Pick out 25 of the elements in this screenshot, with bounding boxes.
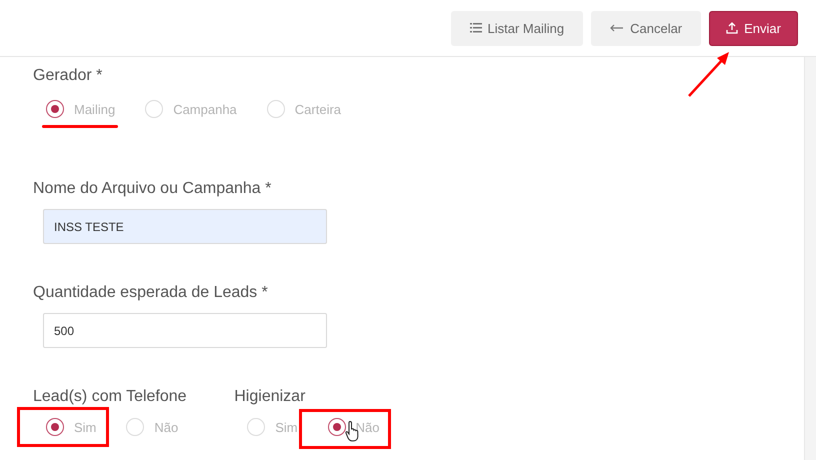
field-label: Higienizar	[234, 388, 306, 407]
upload-icon	[726, 22, 738, 34]
send-button[interactable]: Enviar	[709, 10, 798, 46]
field-label: Nome do Arquivo ou Campanha *	[33, 180, 272, 199]
radio-button[interactable]	[46, 100, 64, 118]
scrollbar-track[interactable]	[804, 57, 816, 460]
radio-option[interactable]: Não	[126, 418, 178, 436]
input-field[interactable]: 500	[43, 313, 327, 348]
radio-button[interactable]	[328, 418, 346, 436]
field-label: Lead(s) com Telefone	[33, 388, 188, 407]
field-label: Gerador *	[33, 67, 104, 86]
arrow-annotation	[686, 50, 732, 98]
arrow-left-icon	[610, 24, 624, 32]
radio-option[interactable]: Sim	[46, 418, 96, 436]
field-label: Quantidade esperada de Leads *	[33, 284, 269, 303]
input-field[interactable]: INSS TESTE	[43, 209, 327, 244]
radio-button[interactable]	[46, 418, 64, 436]
radio-option[interactable]: Mailing	[46, 100, 116, 118]
radio-option[interactable]: Sim	[247, 418, 298, 436]
radio-option[interactable]: Carteira	[266, 100, 342, 118]
list-button[interactable]: Listar Mailing	[450, 10, 584, 46]
radio-option[interactable]: Campanha	[145, 100, 237, 118]
cancel-button[interactable]: Cancelar	[591, 10, 702, 46]
radio-option[interactable]: Não	[328, 418, 380, 436]
list-icon	[470, 23, 482, 33]
